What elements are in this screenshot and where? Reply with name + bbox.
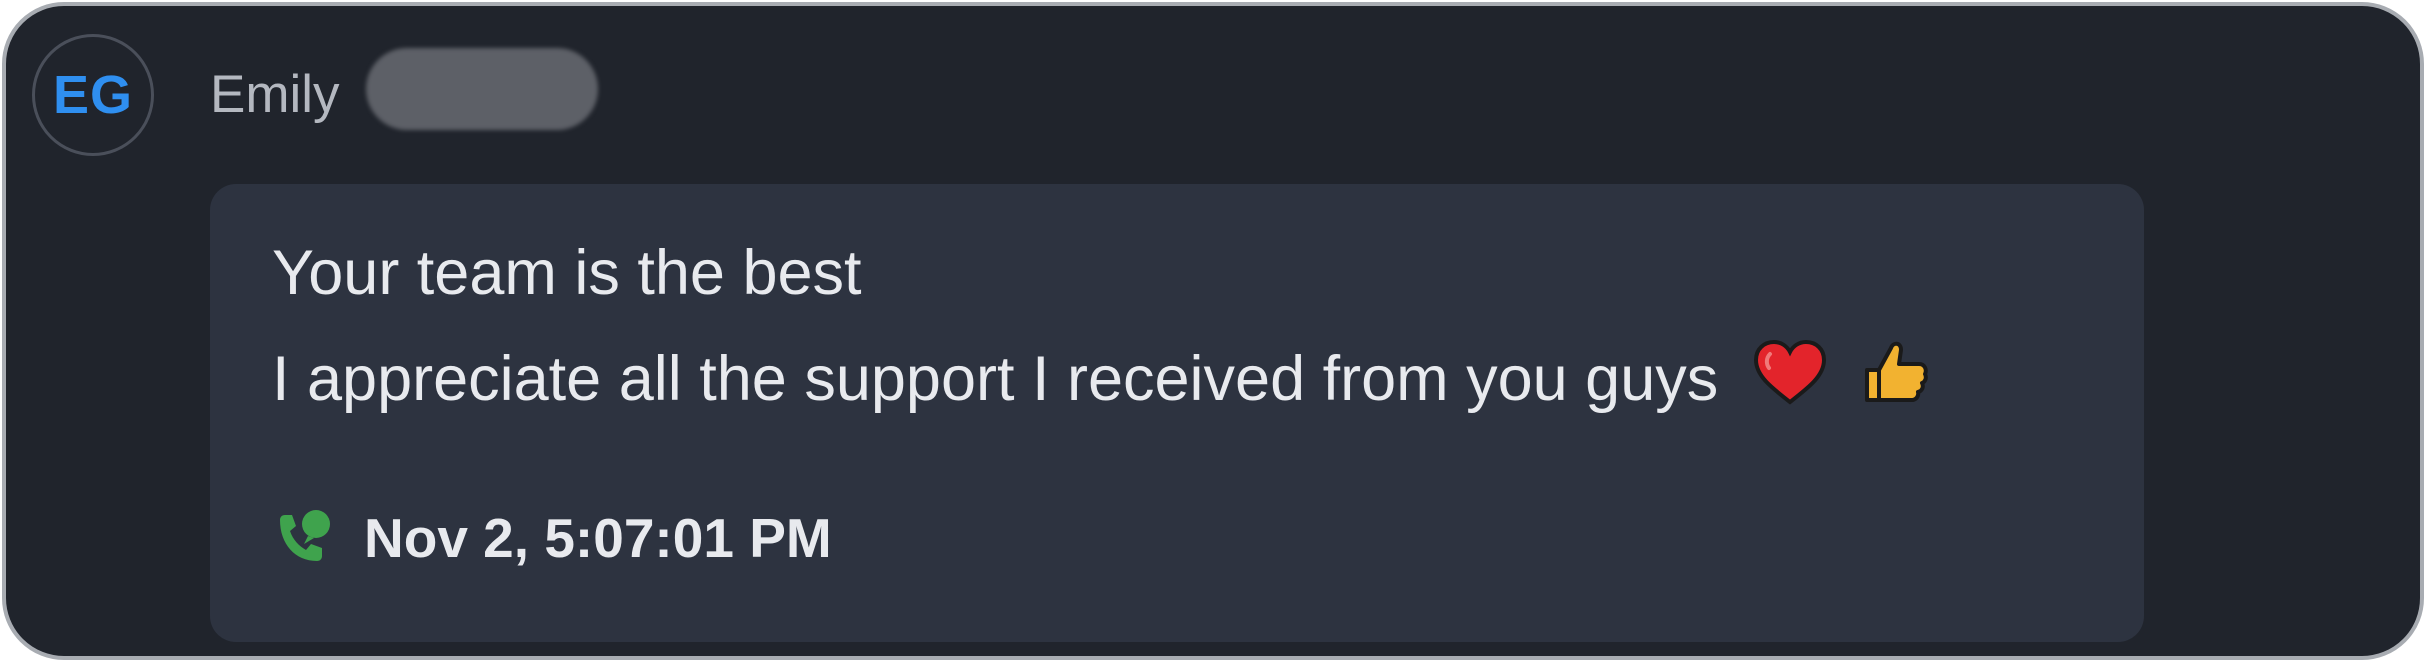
timestamp: Nov 2, 5:07:01 PM [364, 506, 832, 569]
heart-icon [1752, 338, 1828, 417]
sender-name: Emily [210, 65, 340, 124]
message-line-2: I appreciate all the support I received … [272, 336, 1931, 417]
avatar[interactable]: EG [32, 34, 154, 156]
message-text-1: Your team is the best [272, 238, 862, 308]
redacted-surname [366, 48, 598, 130]
message-text-2: I appreciate all the support I received … [272, 344, 1719, 414]
phone-chat-icon [272, 506, 336, 570]
message-line-1: Your team is the best [272, 242, 862, 305]
chat-message-card: EG Emily Your team is the best I appreci… [2, 2, 2424, 660]
message-bubble: Your team is the best I appreciate all t… [210, 184, 2144, 642]
thumbs-up-icon [1861, 336, 1931, 417]
message-footer: Nov 2, 5:07:01 PM [272, 506, 832, 570]
